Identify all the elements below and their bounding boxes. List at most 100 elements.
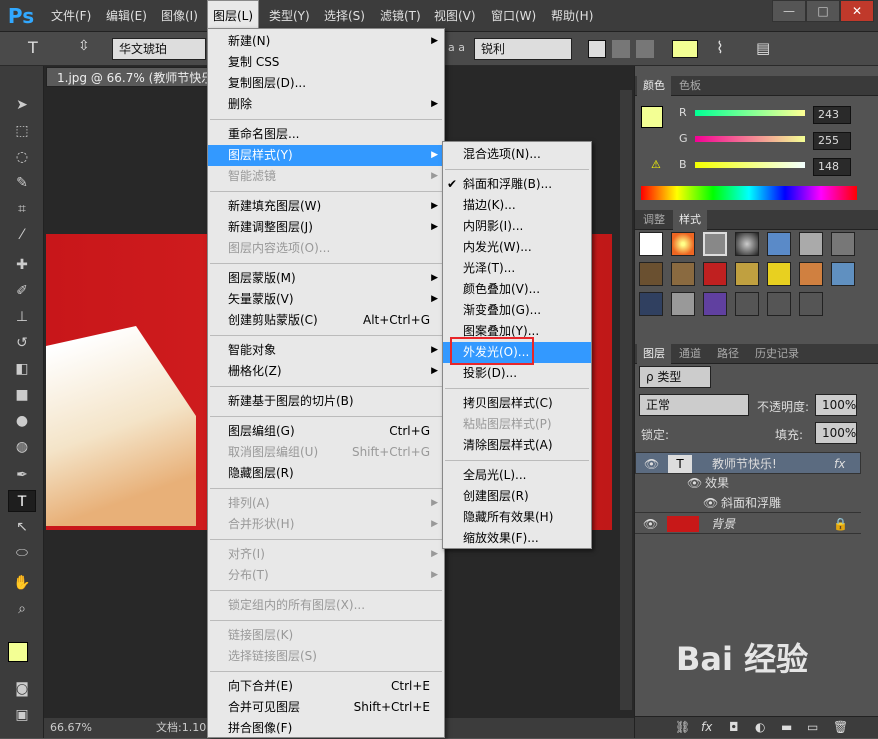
layer-menu-item[interactable]: 矢量蒙版(V) ▶ — [208, 289, 444, 310]
tab-paths[interactable]: 路径 — [711, 344, 745, 364]
style-swatch[interactable] — [767, 292, 791, 316]
maximize-button[interactable]: □ — [806, 0, 840, 22]
add-style-icon[interactable]: fx — [701, 720, 712, 734]
layer-menu-item[interactable]: 隐藏图层(R) — [208, 463, 444, 484]
layer-filter-select[interactable]: ρ 类型 — [639, 366, 711, 388]
style-menu-item[interactable]: 描边(K)... — [443, 195, 591, 216]
style-swatch[interactable] — [671, 262, 695, 286]
red-slider[interactable] — [695, 110, 805, 116]
crop-tool-icon[interactable]: ⌗ — [8, 198, 36, 220]
align-right-icon[interactable] — [636, 40, 654, 58]
style-swatch[interactable] — [799, 262, 823, 286]
style-swatch[interactable] — [735, 262, 759, 286]
style-menu-item[interactable]: 混合选项(N)... — [443, 144, 591, 165]
layer-row-text[interactable]: 👁 T 教师节快乐! fx — [635, 452, 861, 474]
pen-tool-icon[interactable]: ✒ — [8, 464, 36, 486]
minimize-button[interactable]: — — [772, 0, 806, 22]
style-swatch[interactable] — [767, 232, 791, 256]
move-tool-icon[interactable]: ➤ — [8, 94, 36, 116]
menu-help[interactable]: 帮助(H) — [546, 0, 598, 32]
style-swatch[interactable] — [735, 232, 759, 256]
blend-mode-select[interactable]: 正常 — [639, 394, 749, 416]
effects-row[interactable]: 👁 效果 — [635, 472, 861, 494]
path-select-icon[interactable]: ↖ — [8, 516, 36, 538]
document-tab[interactable]: 1.jpg @ 66.7% (教师节快乐 — [46, 67, 216, 87]
green-slider[interactable] — [695, 136, 805, 142]
layer-menu-item[interactable]: 图层蒙版(M) ▶ — [208, 268, 444, 289]
style-menu-item[interactable]: 斜面和浮雕(B)... ✔ — [443, 174, 591, 195]
quick-select-icon[interactable]: ✎ — [8, 172, 36, 194]
type-tool-icon[interactable]: T — [28, 38, 38, 57]
style-menu-item[interactable]: 渐变叠加(G)... — [443, 300, 591, 321]
style-swatch[interactable] — [735, 292, 759, 316]
style-menu-item[interactable]: 创建图层(R) — [443, 486, 591, 507]
zoom-level[interactable]: 66.67% — [50, 718, 92, 738]
style-swatch[interactable] — [671, 232, 695, 256]
new-group-icon[interactable]: ▬ — [781, 720, 792, 734]
eyedropper-icon[interactable]: ⁄ — [8, 224, 36, 246]
new-layer-icon[interactable]: ▭ — [807, 720, 818, 734]
bevel-effect-row[interactable]: 👁 斜面和浮雕 — [635, 492, 861, 514]
tab-swatches[interactable]: 色板 — [673, 76, 707, 96]
adjustment-icon[interactable]: ◐ — [755, 720, 765, 734]
style-menu-item[interactable]: 内阴影(I)... — [443, 216, 591, 237]
effects-eye-icon[interactable]: 👁 — [687, 472, 702, 494]
add-mask-icon[interactable]: ◘ — [729, 720, 739, 734]
style-swatch[interactable] — [799, 232, 823, 256]
style-menu-item[interactable]: 隐藏所有效果(H) — [443, 507, 591, 528]
zoom-tool-icon[interactable]: ⌕ — [8, 598, 36, 620]
tab-adjustments[interactable]: 调整 — [637, 210, 671, 230]
layer-menu-item[interactable]: 图层编组(G) Ctrl+G — [208, 421, 444, 442]
brush-tool-icon[interactable]: ✐ — [8, 280, 36, 302]
color-spectrum[interactable] — [641, 186, 857, 200]
gradient-icon[interactable]: ■ — [8, 384, 36, 406]
marquee-tool-icon[interactable]: ⬚ — [8, 120, 36, 142]
fill-input[interactable]: 100% — [815, 422, 857, 444]
tab-color[interactable]: 颜色 — [637, 76, 671, 96]
stamp-tool-icon[interactable]: ⊥ — [8, 306, 36, 328]
layer-menu-item[interactable]: 智能对象 ▶ — [208, 340, 444, 361]
menu-image[interactable]: 图像(I) — [156, 0, 203, 32]
history-brush-icon[interactable]: ↺ — [8, 332, 36, 354]
close-button[interactable]: ✕ — [840, 0, 874, 22]
menu-edit[interactable]: 编辑(E) — [101, 0, 152, 32]
layer-name[interactable]: 背景 — [711, 513, 735, 535]
green-value[interactable]: 255 — [813, 132, 851, 150]
layer-menu-item[interactable]: 新建填充图层(W) ▶ — [208, 196, 444, 217]
visibility-eye-icon[interactable]: 👁 — [643, 513, 658, 535]
menu-file[interactable]: 文件(F) — [46, 0, 96, 32]
menu-window[interactable]: 窗口(W) — [486, 0, 541, 32]
layer-menu-item[interactable]: 删除 ▶ — [208, 94, 444, 115]
text-color-swatch[interactable] — [672, 40, 698, 58]
style-swatch[interactable] — [767, 262, 791, 286]
lasso-tool-icon[interactable]: ◌ — [8, 146, 36, 168]
layer-menu-item[interactable]: 向下合并(E) Ctrl+E — [208, 676, 444, 697]
opacity-input[interactable]: 100% — [815, 394, 857, 416]
tab-styles[interactable]: 样式 — [673, 210, 707, 230]
color-fg-swatch[interactable] — [641, 106, 663, 128]
character-panel-icon[interactable]: ▤ — [756, 39, 770, 57]
style-swatch[interactable] — [671, 292, 695, 316]
layer-menu-item[interactable]: 重命名图层... — [208, 124, 444, 145]
vertical-scrollbar[interactable] — [620, 90, 632, 710]
style-swatch[interactable] — [639, 262, 663, 286]
delete-layer-icon[interactable]: 🗑 — [833, 720, 848, 734]
layer-menu-item[interactable]: 新建基于图层的切片(B) — [208, 391, 444, 412]
layer-menu-item[interactable]: 复制图层(D)... — [208, 73, 444, 94]
blur-tool-icon[interactable]: ● — [8, 410, 36, 432]
eraser-icon[interactable]: ◧ — [8, 358, 36, 380]
layer-menu-item[interactable]: 复制 CSS — [208, 52, 444, 73]
style-menu-item[interactable]: 内发光(W)... — [443, 237, 591, 258]
style-menu-item[interactable]: 拷贝图层样式(C) — [443, 393, 591, 414]
blue-slider[interactable] — [695, 162, 805, 168]
healing-brush-icon[interactable]: ✚ — [8, 254, 36, 276]
style-menu-item[interactable]: 光泽(T)... — [443, 258, 591, 279]
style-swatch[interactable] — [703, 292, 727, 316]
style-menu-item[interactable]: 清除图层样式(A) — [443, 435, 591, 456]
align-left-icon[interactable] — [588, 40, 606, 58]
style-swatch[interactable] — [639, 232, 663, 256]
blue-value[interactable]: 148 — [813, 158, 851, 176]
tab-layers[interactable]: 图层 — [637, 344, 671, 364]
layer-menu-item[interactable]: 创建剪贴蒙版(C) Alt+Ctrl+G — [208, 310, 444, 331]
layer-menu-item[interactable]: 新建调整图层(J) ▶ — [208, 217, 444, 238]
